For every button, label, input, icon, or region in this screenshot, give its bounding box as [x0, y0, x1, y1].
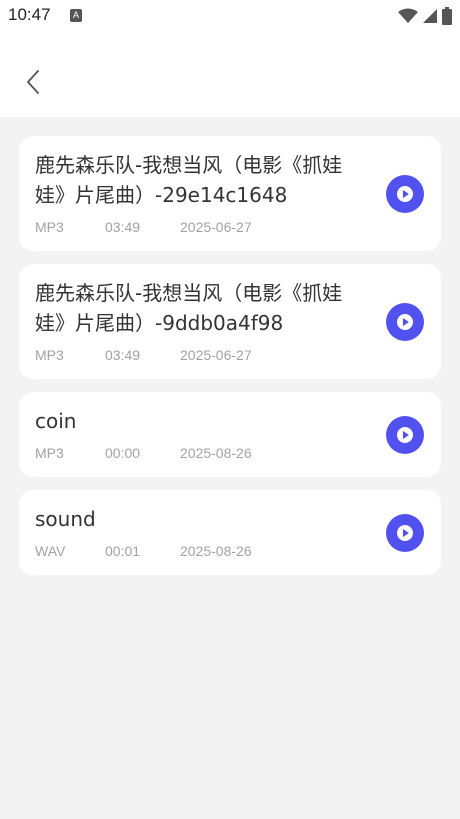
file-date: 2025-08-26	[180, 445, 252, 461]
play-button[interactable]	[386, 302, 424, 341]
file-duration: 03:49	[105, 219, 141, 235]
file-date: 2025-08-26	[180, 543, 252, 559]
file-format: MP3	[35, 219, 64, 235]
file-date: 2025-06-27	[180, 347, 252, 363]
file-duration: 03:49	[105, 347, 141, 363]
file-title: coin	[35, 409, 77, 433]
audio-file-list: 鹿先森乐队-我想当风（电影《抓娃娃》片尾曲）-29e14c1648 MP3 03…	[19, 136, 441, 588]
file-format: WAV	[35, 543, 66, 559]
audio-file-card[interactable]: coin MP3 00:00 2025-08-26	[19, 392, 441, 477]
file-duration: 00:00	[105, 445, 141, 461]
audio-file-card[interactable]: 鹿先森乐队-我想当风（电影《抓娃娃》片尾曲）-9ddb0a4f98 MP3 03…	[19, 264, 441, 379]
file-title: sound	[35, 507, 96, 531]
file-format: MP3	[35, 445, 64, 461]
audio-file-card[interactable]: 鹿先森乐队-我想当风（电影《抓娃娃》片尾曲）-29e14c1648 MP3 03…	[19, 136, 441, 251]
file-title: 鹿先森乐队-我想当风（电影《抓娃娃》片尾曲）-29e14c1648	[35, 153, 343, 207]
play-button[interactable]	[386, 174, 424, 213]
file-meta: MP3 03:49 2025-06-27	[35, 347, 425, 365]
status-time: 10:47	[8, 5, 51, 24]
file-title: 鹿先森乐队-我想当风（电影《抓娃娃》片尾曲）-9ddb0a4f98	[35, 281, 343, 335]
play-icon	[397, 524, 413, 541]
file-format: MP3	[35, 347, 64, 363]
play-icon	[397, 185, 413, 202]
audio-file-card[interactable]: sound WAV 00:01 2025-08-26	[19, 490, 441, 575]
play-button[interactable]	[386, 415, 424, 454]
signal-icon	[423, 9, 437, 23]
play-icon	[397, 426, 413, 443]
a-badge-icon: A	[70, 9, 82, 22]
play-icon	[397, 313, 413, 330]
battery-icon	[442, 7, 452, 25]
back-button[interactable]	[16, 62, 50, 102]
status-icons	[398, 7, 452, 25]
file-date: 2025-06-27	[180, 219, 252, 235]
chevron-left-icon	[27, 70, 39, 94]
file-duration: 00:01	[105, 543, 141, 559]
play-button[interactable]	[386, 513, 424, 552]
file-meta: WAV 00:01 2025-08-26	[35, 543, 425, 561]
wifi-icon	[398, 8, 418, 23]
app-header	[0, 32, 460, 117]
status-bar: 10:47 A	[0, 0, 460, 32]
file-meta: MP3 00:00 2025-08-26	[35, 445, 425, 463]
file-meta: MP3 03:49 2025-06-27	[35, 219, 425, 237]
